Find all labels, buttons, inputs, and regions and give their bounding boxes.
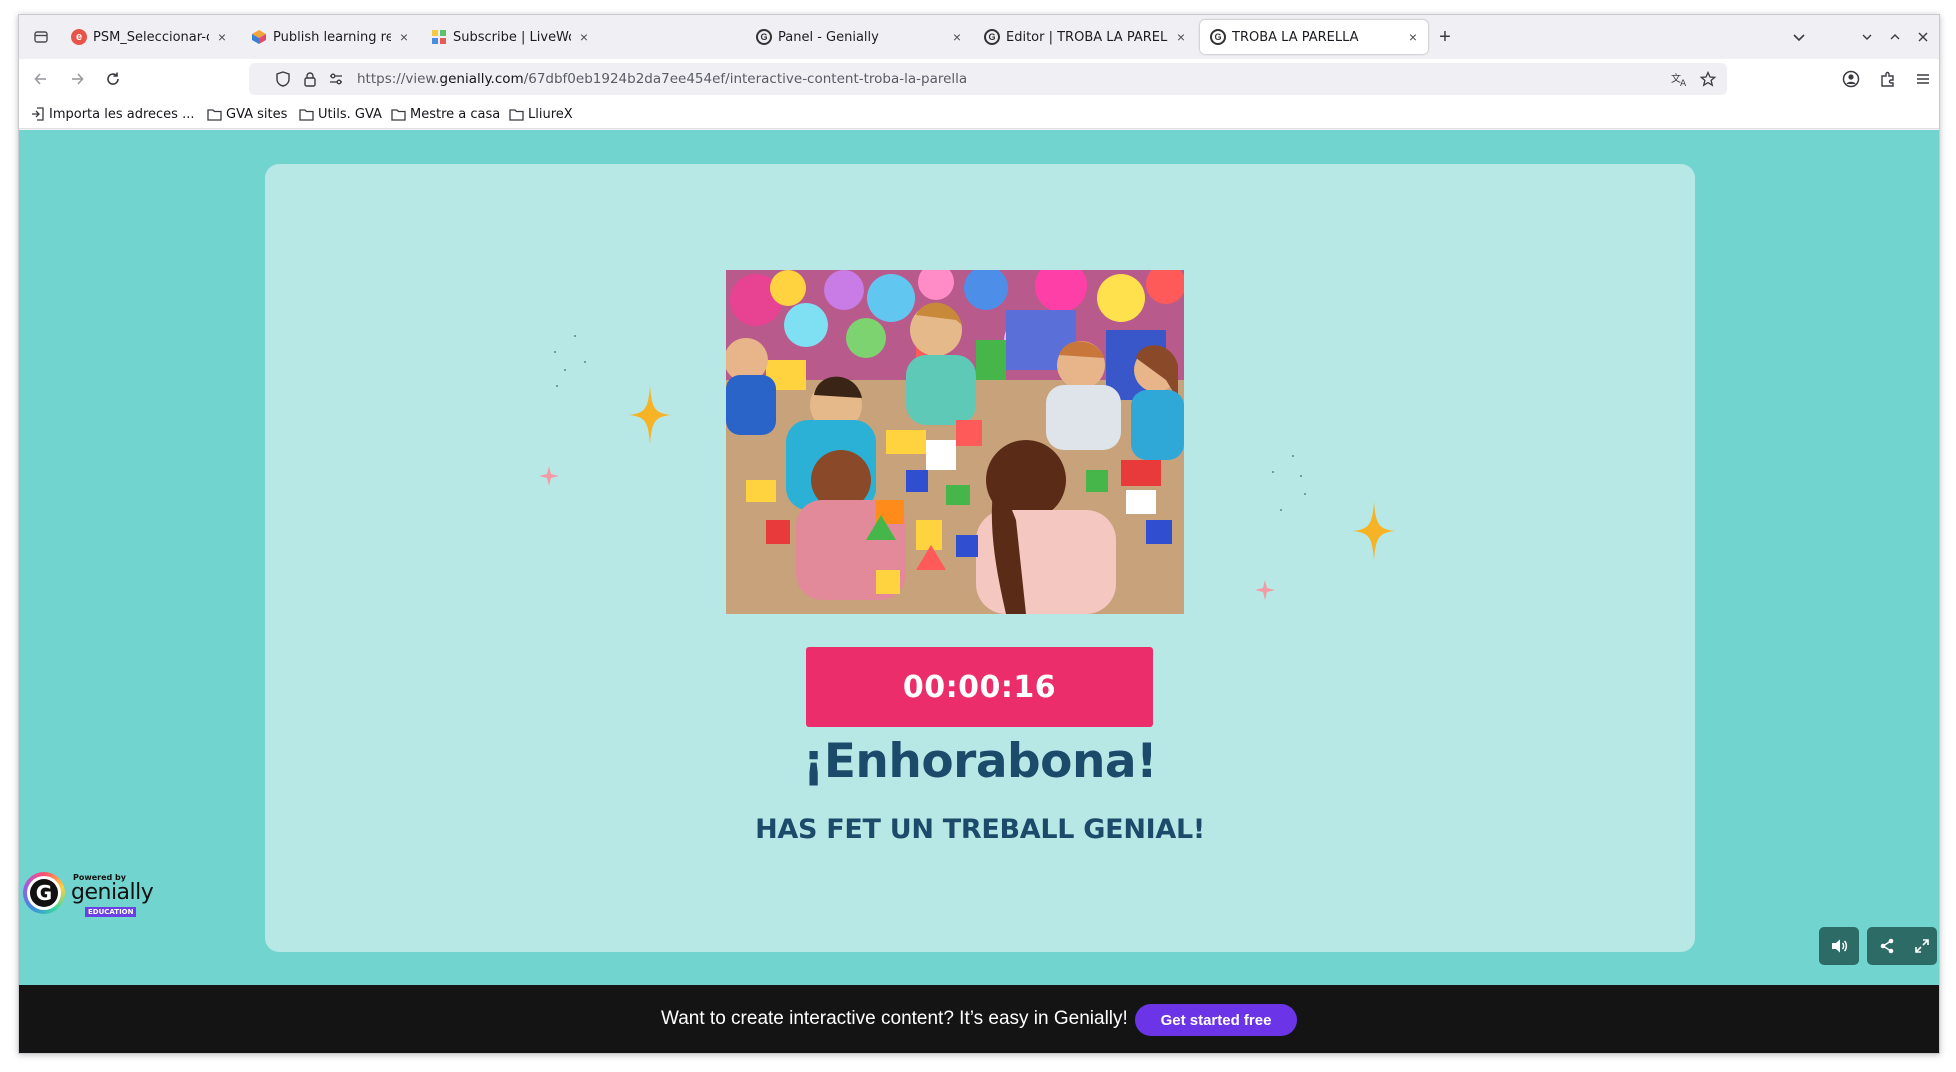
- congratulations-subtitle: HAS FET UN TREBALL GENIAL!: [755, 814, 1205, 845]
- bookmark-label: Mestre a casa: [410, 106, 501, 122]
- genially-g-icon: G: [30, 879, 58, 907]
- site-permissions-icon[interactable]: [327, 70, 345, 88]
- tab-title: Panel - Genially: [778, 29, 879, 45]
- tab-publish[interactable]: Publish learning resource ×: [241, 20, 419, 54]
- bookmark-lliurex[interactable]: LliureX: [509, 106, 573, 122]
- bookmark-utils-gva[interactable]: Utils. GVA: [299, 106, 382, 122]
- desktop: e PSM_Seleccionar-criteris-i-i × Publish…: [0, 0, 1956, 1072]
- navigation-bar: https://view.genially.com/67dbf0eb1924b2…: [19, 59, 1939, 99]
- promo-text: Want to create interactive content? It’s…: [661, 1008, 1128, 1029]
- exe-icon: e: [71, 29, 87, 45]
- tab-panel-genially[interactable]: G Panel - Genially ×: [746, 20, 972, 54]
- bookmark-label: Utils. GVA: [318, 106, 382, 122]
- bookmarks-toolbar: Importa les adreces ... GVA sites Utils.…: [19, 99, 1939, 129]
- folder-icon: [299, 108, 314, 121]
- menu-icon[interactable]: [1911, 67, 1935, 91]
- extensions-icon[interactable]: [1876, 67, 1900, 91]
- tab-title: Subscribe | LiveWorksheets: [453, 29, 571, 45]
- import-icon: [32, 107, 44, 121]
- close-tab-icon[interactable]: ×: [215, 30, 229, 44]
- tab-editor-genially[interactable]: G Editor | TROBA LA PARELLA ×: [974, 20, 1196, 54]
- genially-icon: G: [756, 29, 772, 45]
- genially-icon: G: [1210, 29, 1226, 45]
- elapsed-time-display: 00:00:16: [806, 647, 1153, 727]
- sound-button[interactable]: [1819, 927, 1859, 965]
- cube-icon: [251, 29, 267, 45]
- forward-icon[interactable]: [65, 67, 89, 91]
- close-tab-icon[interactable]: ×: [1174, 30, 1188, 44]
- tracking-protection-shield-icon[interactable]: [274, 70, 292, 88]
- close-tab-icon[interactable]: ×: [577, 30, 591, 44]
- tab-overflow-chevron-icon[interactable]: [1787, 25, 1811, 49]
- bookmark-label: LliureX: [528, 106, 573, 122]
- powered-by-genially-logo[interactable]: G Powered by genially EDUCATION: [23, 870, 154, 917]
- tab-list-icon[interactable]: [29, 25, 53, 49]
- fullscreen-icon: [1915, 939, 1929, 953]
- liveworksheets-icon: [431, 29, 447, 45]
- share-button[interactable]: [1867, 927, 1907, 965]
- browser-window: e PSM_Seleccionar-criteris-i-i × Publish…: [18, 14, 1940, 1054]
- folder-icon: [207, 108, 222, 121]
- new-tab-button[interactable]: +: [1433, 25, 1457, 49]
- speaker-icon: [1832, 939, 1848, 953]
- result-card: 00:00:16 ¡Enhorabona! HAS FET UN TREBALL…: [265, 164, 1695, 952]
- close-tab-icon[interactable]: ×: [397, 30, 411, 44]
- account-icon[interactable]: [1839, 67, 1863, 91]
- folder-icon: [391, 108, 406, 121]
- bookmark-label: GVA sites: [226, 106, 288, 122]
- tab-title: TROBA LA PARELLA: [1232, 29, 1359, 45]
- sparkle-icon: [1353, 502, 1395, 560]
- tab-title: Editor | TROBA LA PARELLA: [1006, 29, 1168, 45]
- dots-decoration: [1272, 455, 1306, 511]
- bookmark-import[interactable]: Importa les adreces ...: [31, 106, 194, 122]
- share-icon: [1880, 938, 1894, 954]
- small-star-icon: [1255, 580, 1275, 600]
- maximize-icon[interactable]: [1883, 25, 1907, 49]
- lock-icon[interactable]: [301, 70, 319, 88]
- sparkle-icon: [629, 386, 671, 444]
- translate-icon[interactable]: 文A: [1671, 70, 1689, 88]
- genially-icon: G: [984, 29, 1000, 45]
- fullscreen-button[interactable]: [1907, 927, 1937, 965]
- url-text[interactable]: https://view.genially.com/67dbf0eb1924b2…: [357, 71, 967, 87]
- folder-icon: [509, 108, 524, 121]
- close-tab-icon[interactable]: ×: [1406, 30, 1420, 44]
- congratulations-heading: ¡Enhorabona!: [802, 734, 1158, 789]
- tab-liveworksheets[interactable]: Subscribe | LiveWorksheets ×: [421, 20, 599, 54]
- tab-psm[interactable]: e PSM_Seleccionar-criteris-i-i ×: [61, 20, 237, 54]
- small-star-icon: [539, 466, 559, 486]
- minimize-icon[interactable]: [1855, 25, 1879, 49]
- tab-troba-la-parella[interactable]: G TROBA LA PARELLA ×: [1200, 20, 1428, 54]
- get-started-free-button[interactable]: Get started free: [1135, 1004, 1297, 1036]
- reload-icon[interactable]: [101, 67, 125, 91]
- promo-banner: Want to create interactive content? It’s…: [19, 985, 1939, 1053]
- tab-title: PSM_Seleccionar-criteris-i-i: [93, 29, 209, 45]
- svg-text:A: A: [1680, 79, 1687, 87]
- back-icon[interactable]: [29, 67, 53, 91]
- education-badge: EDUCATION: [85, 907, 137, 917]
- children-playing-image: [726, 270, 1184, 614]
- genially-brand-text: genially: [71, 880, 154, 905]
- bookmark-gva-sites[interactable]: GVA sites: [207, 106, 287, 122]
- url-bar[interactable]: https://view.genially.com/67dbf0eb1924b2…: [249, 63, 1727, 95]
- dots-decoration: [554, 335, 586, 387]
- tab-title: Publish learning resource: [273, 29, 391, 45]
- bookmark-mestre-a-casa[interactable]: Mestre a casa: [391, 106, 500, 122]
- genially-page: 00:00:16 ¡Enhorabona! HAS FET UN TREBALL…: [19, 130, 1939, 985]
- tab-bar: e PSM_Seleccionar-criteris-i-i × Publish…: [19, 15, 1939, 59]
- close-tab-icon[interactable]: ×: [950, 30, 964, 44]
- bookmark-star-icon[interactable]: [1699, 70, 1717, 88]
- bookmark-label: Importa les adreces ...: [49, 106, 195, 122]
- close-window-icon[interactable]: [1911, 25, 1935, 49]
